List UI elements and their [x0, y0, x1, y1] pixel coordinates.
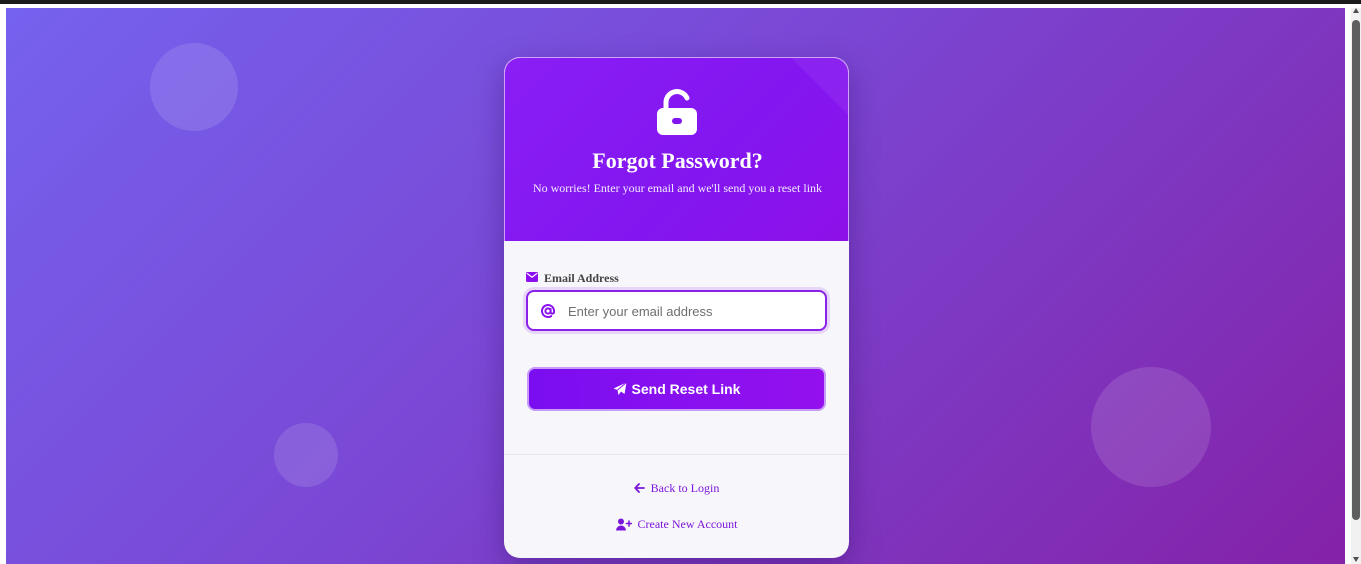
scroll-down-arrow-icon[interactable]	[1353, 557, 1359, 562]
create-account-label: Create New Account	[637, 516, 738, 531]
unlock-icon	[656, 88, 698, 136]
scroll-up-arrow-icon[interactable]	[1353, 8, 1359, 13]
email-field-wrapper	[526, 290, 827, 331]
browser-top-border	[0, 0, 1361, 4]
arrow-left-icon	[633, 483, 645, 493]
email-label-text: Email Address	[544, 271, 619, 285]
header-corner-decoration	[791, 58, 848, 115]
reset-form: Email Address Send Reset Link	[504, 241, 849, 454]
scrollbar[interactable]	[1351, 8, 1361, 564]
back-to-login-link[interactable]: Back to Login	[504, 479, 849, 497]
send-reset-link-label: Send Reset Link	[631, 381, 741, 397]
email-input[interactable]	[568, 300, 818, 322]
back-to-login-label: Back to Login	[650, 480, 720, 495]
scrollbar-thumb[interactable]	[1352, 20, 1360, 520]
email-label: Email Address	[526, 270, 619, 286]
send-reset-link-button[interactable]: Send Reset Link	[527, 367, 826, 411]
decorative-circle	[1091, 367, 1211, 487]
user-plus-icon	[615, 518, 632, 531]
forgot-password-card: Forgot Password? No worries! Enter your …	[504, 57, 849, 558]
footer-divider	[504, 454, 849, 455]
decorative-circle	[274, 423, 338, 487]
envelope-icon	[526, 270, 538, 286]
create-account-link[interactable]: Create New Account	[504, 515, 849, 533]
decorative-circle	[150, 43, 238, 131]
page-title: Forgot Password?	[592, 148, 763, 173]
card-header: Forgot Password? No worries! Enter your …	[504, 57, 849, 241]
page-subtitle: No worries! Enter your email and we'll s…	[532, 181, 823, 195]
paper-plane-icon	[613, 382, 627, 396]
at-sign-icon	[540, 303, 556, 319]
